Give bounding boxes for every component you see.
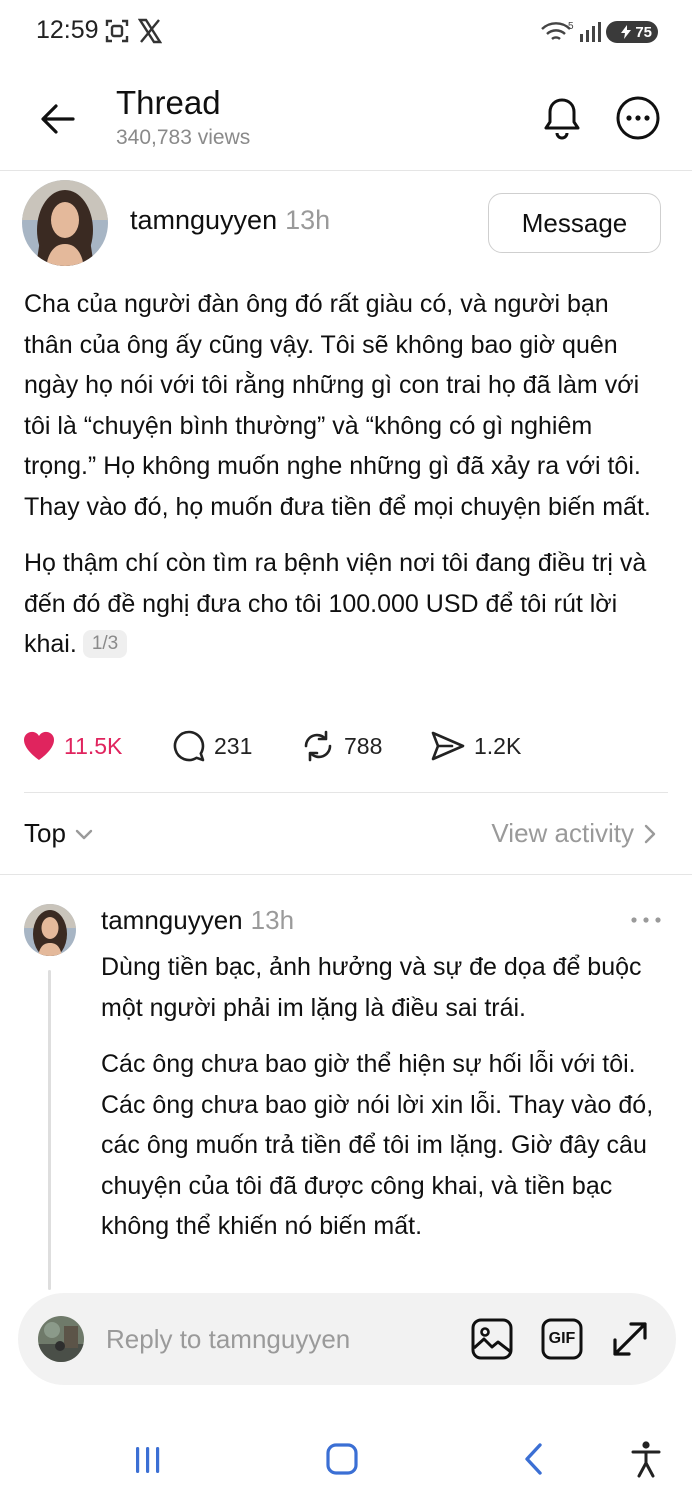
page-indicator: 1/3 — [82, 630, 128, 658]
battery-level: 75 — [635, 23, 652, 41]
recent-apps-icon — [136, 1447, 160, 1473]
reply-more-button[interactable] — [628, 910, 664, 930]
reply-input[interactable] — [106, 1317, 456, 1361]
more-dots-icon — [631, 917, 661, 923]
reply-text: Dùng tiền bạc, ảnh hưởng và sự đe dọa để… — [101, 947, 671, 1263]
post-username[interactable]: tamnguyyen — [130, 205, 277, 235]
post-paragraph: Cha của người đàn ông đó rất giàu có, và… — [24, 290, 651, 521]
reply-avatar[interactable] — [24, 904, 76, 956]
reply-username[interactable]: tamnguyyen — [101, 905, 243, 935]
notifications-button[interactable] — [536, 92, 588, 144]
reply-paragraph: Dùng tiền bạc, ảnh hưởng và sự đe dọa để… — [101, 953, 642, 1022]
chevron-down-icon — [75, 829, 93, 839]
accessibility-button[interactable] — [616, 1434, 676, 1484]
views-count: 340,783 views — [116, 126, 251, 149]
nav-back-button[interactable] — [504, 1434, 564, 1484]
status-bar: 12:59 5 75 — [0, 0, 692, 64]
repost-icon — [304, 730, 332, 762]
sort-divider — [0, 874, 692, 875]
view-activity-label: View activity — [491, 818, 634, 848]
expand-button[interactable] — [606, 1315, 654, 1363]
back-icon — [525, 1443, 542, 1475]
repost-count: 788 — [344, 732, 383, 759]
message-button[interactable]: Message — [488, 193, 661, 253]
reply-author: tamnguyyen 13h — [101, 905, 294, 936]
accessibility-icon — [631, 1441, 661, 1478]
like-count: 11.5K — [64, 732, 123, 759]
post-time: 13h — [285, 205, 331, 235]
header-divider — [0, 170, 692, 171]
signal-icon — [578, 20, 602, 49]
back-arrow-icon — [41, 104, 75, 134]
thread-header: Thread 340,783 views — [0, 70, 692, 170]
share-count: 1.2K — [474, 732, 522, 759]
repost-button[interactable]: 788 — [300, 726, 382, 766]
x-logo-icon — [137, 18, 163, 49]
home-icon — [326, 1443, 358, 1475]
reply-button[interactable]: 231 — [172, 726, 252, 766]
current-user-avatar — [38, 1316, 84, 1362]
view-activity-link[interactable]: View activity — [491, 818, 656, 849]
post-paragraph: Họ thậm chí còn tìm ra bệnh viện nơi tôi… — [24, 543, 664, 665]
sort-row: Top View activity — [0, 800, 692, 870]
page-title: Thread — [116, 84, 221, 121]
actions-divider — [24, 792, 668, 793]
gif-label: GIF — [548, 1330, 576, 1347]
sort-dropdown[interactable]: Top — [24, 818, 94, 849]
svg-text:5: 5 — [568, 21, 574, 32]
reply-composer: GIF — [18, 1293, 676, 1385]
gif-button[interactable]: GIF — [538, 1315, 586, 1363]
bell-icon — [544, 98, 580, 140]
more-options-button[interactable] — [612, 92, 664, 144]
comment-icon — [173, 730, 205, 762]
battery-indicator: 75 — [606, 21, 658, 43]
post-actions: 11.5K 231 788 1.2K — [22, 726, 662, 766]
avatar[interactable] — [22, 180, 108, 266]
home-button[interactable] — [312, 1434, 372, 1484]
heart-icon — [23, 731, 55, 760]
reply-count: 231 — [214, 732, 253, 759]
expand-icon — [613, 1322, 647, 1356]
post-author: tamnguyyen 13h — [130, 205, 330, 236]
reply-paragraph: Các ông chưa bao giờ thể hiện sự hối lỗi… — [101, 1050, 654, 1240]
send-icon — [431, 731, 465, 761]
reply-time: 13h — [250, 905, 295, 935]
system-nav-bar — [0, 1420, 692, 1500]
thread-line — [48, 970, 51, 1290]
back-button[interactable] — [30, 94, 86, 144]
wifi-icon: 5 — [540, 20, 576, 49]
sort-label: Top — [24, 818, 66, 848]
post-text: Cha của người đàn ông đó rất giàu có, và… — [24, 284, 664, 681]
chevron-right-icon — [644, 824, 656, 843]
recent-apps-button[interactable] — [118, 1434, 178, 1484]
more-circle-icon — [616, 96, 660, 140]
share-button[interactable]: 1.2K — [430, 726, 521, 766]
image-button[interactable] — [468, 1315, 516, 1363]
image-icon — [471, 1318, 513, 1360]
like-button[interactable]: 11.5K — [22, 726, 122, 766]
screenshot-icon — [104, 18, 130, 49]
bolt-icon — [621, 25, 632, 39]
status-time: 12:59 — [36, 16, 99, 44]
